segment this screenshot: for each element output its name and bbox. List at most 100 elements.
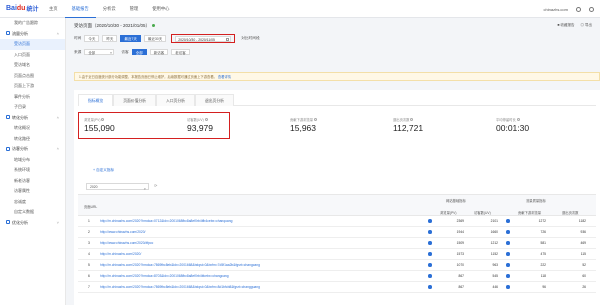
- row-pv: 867: [458, 285, 464, 289]
- sidebar-item-system-env[interactable]: 系统环境: [0, 165, 65, 176]
- sidebar-item-label: 新老访客: [14, 177, 30, 183]
- topnav-manage[interactable]: 管理: [123, 0, 146, 18]
- baidu-tongji-logo[interactable]: Bai du 统计: [0, 0, 42, 18]
- date-range-picker[interactable]: 2020/10/30 - 2020/11/05: [175, 35, 232, 42]
- sidebar-item-loyalty[interactable]: 忠诚度: [0, 197, 65, 208]
- sidebar-item-label: 页面点击图: [14, 72, 34, 78]
- url-search-input[interactable]: 2020 ⌕: [86, 183, 149, 192]
- time-label: 时间: [74, 36, 82, 40]
- source-select[interactable]: 全部: [84, 48, 115, 56]
- sidebar-item-label: 转化概况: [14, 125, 30, 130]
- row-url-link[interactable]: http://m.chinazhs.com/2020?hmdca=0712&ld…: [100, 216, 420, 227]
- sidebar-item-subdir[interactable]: 子目录: [0, 102, 65, 113]
- sidebar-group-optimize[interactable]: 优化分析 ˅: [0, 218, 65, 229]
- sidebar-item-label: 自定义数据: [14, 209, 34, 214]
- row-status-icon: [428, 249, 432, 260]
- help-icon[interactable]: [576, 6, 581, 12]
- optimize-icon: [6, 220, 10, 225]
- sidebar-item-visitor-attr[interactable]: 访客属性: [0, 186, 65, 197]
- col-header-downstream[interactable]: 贡献下游浏览量: [518, 210, 541, 215]
- row-url-link[interactable]: http://m.chinazhs.com/2020?hmdca=7869fbc…: [100, 260, 420, 271]
- site-selector[interactable]: chinazhs.com: [544, 7, 568, 12]
- row-status-icon: [506, 260, 510, 271]
- custom-metric-button[interactable]: + 自定义指标: [93, 168, 114, 173]
- row-status-icon: [428, 216, 432, 227]
- row-exits: 469: [580, 241, 586, 245]
- notice-banner: 1.由于近日百度统计部分功能调整，本报告页面已停止维护，后续数据可通过页面上下游…: [74, 72, 600, 81]
- chip-last7[interactable]: 最近7天: [120, 35, 141, 42]
- col-header-pv[interactable]: 浏览量(PV): [440, 210, 456, 215]
- top-right-tools: chinazhs.com: [544, 0, 594, 18]
- sidebar-item-label: 地域分布: [14, 156, 30, 162]
- row-url-link[interactable]: http://www.chinazhs.com/2020/: [100, 227, 420, 238]
- help-icon[interactable]: [516, 118, 520, 121]
- help-icon[interactable]: [410, 118, 414, 121]
- row-url-link[interactable]: http://m.chinazhs.com/2020/: [100, 249, 420, 260]
- report-tabs: 指标概览 页面价值分析 入口页分析 退出页分析: [78, 94, 596, 106]
- tab-overview[interactable]: 指标概览: [78, 94, 114, 106]
- sidebar-item-conversion-overview[interactable]: 转化概况: [0, 123, 65, 134]
- sidebar-item-label: 受访域名: [14, 62, 30, 67]
- table-row: 3 http://www.chinazhs.com/2020/#fpcc 1509 1…: [78, 238, 596, 249]
- help-icon[interactable]: [314, 118, 318, 121]
- compare-checkbox[interactable]: 对比时间段: [241, 36, 259, 41]
- sidebar-item-geo[interactable]: 地域分布: [0, 155, 65, 166]
- sidebar-item-conversion-path[interactable]: 转化路径: [0, 134, 65, 145]
- topnav-home[interactable]: 主页: [42, 0, 65, 18]
- col-header-url: 页面URL: [84, 205, 98, 209]
- sidebar: 我的广告跟踪 流量分析 ˄ 受访页面 入口页面 受访域名 页面点击图 页面上下游 …: [0, 18, 66, 305]
- export-button[interactable]: ◎ 导出: [581, 23, 592, 28]
- topnav-help[interactable]: 使用中心: [145, 0, 176, 18]
- visitor-all[interactable]: 全部: [131, 48, 147, 56]
- refresh-icon[interactable]: ⟳: [154, 183, 157, 188]
- chevron-up-icon: ˄: [56, 146, 59, 151]
- chip-yesterday[interactable]: 昨天: [102, 35, 118, 42]
- sidebar-item-custom-data[interactable]: 自定义数据: [0, 207, 65, 218]
- chevron-down-icon: ˅: [56, 219, 59, 225]
- tab-entry[interactable]: 入口页分析: [155, 94, 195, 106]
- row-url-link[interactable]: http://m.chinazhs.com/2020?hmdca=7869fbc…: [100, 282, 420, 293]
- sidebar-group-traffic[interactable]: 流量分析 ˄: [0, 29, 65, 40]
- col-header-exits[interactable]: 退出页次数: [562, 210, 578, 215]
- chip-last30[interactable]: 最近30天: [143, 35, 167, 42]
- user-icon[interactable]: [589, 6, 594, 12]
- source-label: 来源: [74, 49, 82, 54]
- row-status-icon: [506, 216, 510, 227]
- row-downstream: 581: [540, 241, 546, 245]
- row-url-link[interactable]: http://www.chinazhs.com/2020/#fpcc: [100, 238, 420, 249]
- sidebar-item-ad-tracking[interactable]: 我的广告跟踪: [0, 18, 65, 29]
- sidebar-item-click-map[interactable]: 页面点击图: [0, 71, 65, 82]
- visitor-returning[interactable]: 老访客: [171, 48, 190, 56]
- logo-bai: Bai: [6, 5, 17, 12]
- sidebar-item-entry-pages[interactable]: 入口页面: [0, 50, 65, 61]
- sidebar-item-visited-domains[interactable]: 受访域名: [0, 60, 65, 71]
- sidebar-group-conversion[interactable]: 转化分析 ˄: [0, 113, 65, 124]
- chip-today[interactable]: 今天: [84, 35, 100, 42]
- row-pv: 1509: [456, 241, 464, 245]
- kpi-row: 浏览量(PV) 155,090 访客数(UV) 93,979 贡献下游浏览量 1…: [78, 112, 596, 140]
- row-downstream: 475: [540, 252, 546, 256]
- sidebar-item-label: 子目录: [14, 104, 26, 109]
- notice-link[interactable]: 查看详情: [218, 75, 231, 79]
- row-index: 7: [88, 285, 90, 289]
- topnav-basic-report[interactable]: 基础报告: [64, 0, 96, 18]
- kpi-value: 15,963: [290, 123, 316, 133]
- save-report-button[interactable]: ■ 收藏报告: [557, 23, 574, 28]
- tab-exit[interactable]: 退出页分析: [194, 94, 234, 106]
- sidebar-item-page-flow[interactable]: 页面上下游: [0, 81, 65, 92]
- sidebar-group-visitors[interactable]: 访客分析 ˄: [0, 144, 65, 155]
- row-url-link[interactable]: http://m.chinazhs.com/2020?hmdca=8703&ld…: [100, 271, 420, 282]
- col-header-uv[interactable]: 访客数(UV): [474, 210, 491, 215]
- sidebar-item-new-returning[interactable]: 新老访客: [0, 176, 65, 187]
- tab-page-value[interactable]: 页面价值分析: [113, 94, 156, 106]
- row-index: 3: [88, 241, 90, 245]
- row-index: 2: [88, 230, 90, 234]
- row-status-icon: [428, 271, 432, 282]
- row-downstream: 118: [540, 274, 546, 278]
- visitor-new[interactable]: 新访客: [149, 48, 169, 56]
- search-icon[interactable]: ⌕: [144, 185, 146, 192]
- topnav-analysis-cloud[interactable]: 分析云: [96, 0, 123, 18]
- sidebar-item-visited-pages[interactable]: 受访页面: [0, 39, 65, 50]
- sidebar-item-events[interactable]: 事件分析: [0, 92, 65, 103]
- sidebar-item-label: 访客属性: [14, 188, 30, 193]
